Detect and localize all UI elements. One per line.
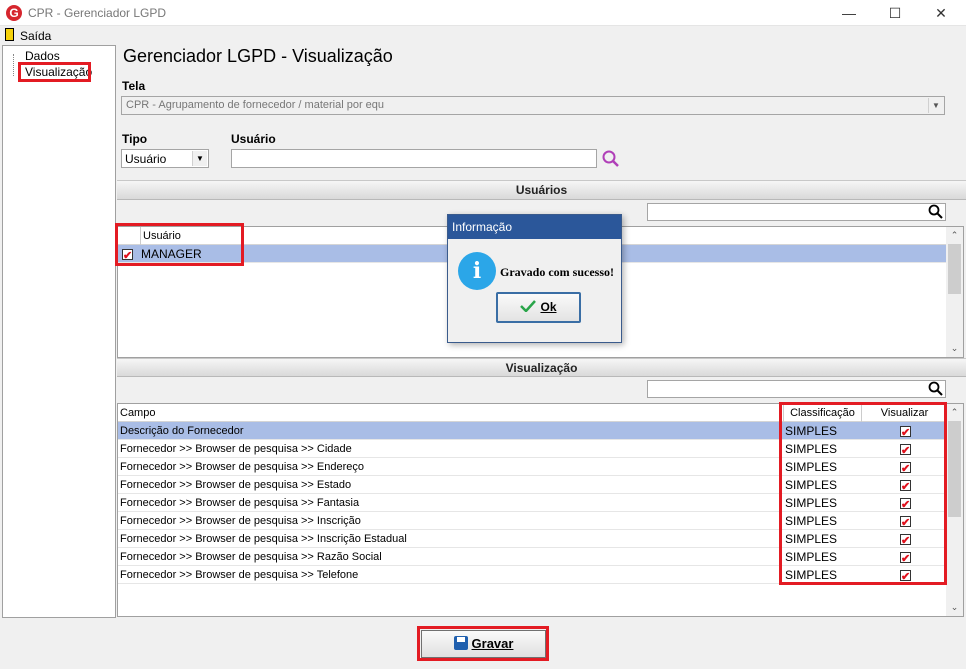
usuarios-section-header: Usuários: [117, 180, 966, 200]
campo-cell: Fornecedor >> Browser de pesquisa >> Raz…: [120, 551, 382, 563]
campo-cell: Fornecedor >> Browser de pesquisa >> Est…: [120, 479, 352, 491]
scroll-up-icon[interactable]: ⌃: [946, 227, 963, 244]
tipo-select[interactable]: Usuário ▼: [121, 149, 209, 168]
usuarios-filter-input[interactable]: [647, 203, 946, 221]
vertical-scrollbar[interactable]: ⌃ ⌄: [946, 404, 963, 616]
ok-button-label: Ok: [540, 300, 557, 314]
campo-cell: Fornecedor >> Browser de pesquisa >> Ins…: [120, 533, 407, 545]
campo-cell: Fornecedor >> Browser de pesquisa >> Fan…: [120, 497, 360, 509]
scroll-thumb[interactable]: [948, 421, 961, 517]
tipo-value: Usuário: [125, 152, 167, 166]
save-button-label: Gravar: [471, 636, 514, 651]
search-icon[interactable]: [601, 149, 621, 169]
usuario-input[interactable]: [231, 149, 597, 168]
column-header-campo[interactable]: Campo: [120, 404, 780, 422]
info-icon: i: [458, 252, 496, 290]
minimize-button[interactable]: —: [826, 0, 872, 26]
usuario-label: Usuário: [231, 132, 276, 146]
tipo-label: Tipo: [122, 132, 148, 146]
scroll-down-icon[interactable]: ⌄: [946, 599, 963, 616]
window-title: CPR - Gerenciador LGPD: [28, 6, 167, 20]
maximize-button[interactable]: ☐: [872, 0, 918, 26]
save-button[interactable]: Gravar: [421, 630, 546, 658]
ok-button[interactable]: Ok: [496, 292, 581, 323]
dialog-title: Informação: [448, 215, 621, 239]
campo-cell: Fornecedor >> Browser de pesquisa >> Ins…: [120, 515, 361, 527]
visualizacao-filter-input[interactable]: [647, 380, 946, 398]
checkmark-icon: [520, 300, 537, 313]
tela-label: Tela: [122, 79, 146, 93]
menu-bar: [0, 26, 966, 45]
dialog-message: Gravado com sucesso!: [500, 265, 614, 279]
search-icon[interactable]: [928, 204, 944, 220]
floppy-disk-icon: [453, 636, 468, 650]
page-title: Gerenciador LGPD - Visualização: [123, 46, 393, 66]
info-dialog: Informação i Gravado com sucesso! Ok: [447, 214, 622, 343]
app-logo-icon: G: [6, 5, 22, 21]
annotation-box-columns: [779, 402, 947, 585]
navigation-tree: Dados Visualização: [2, 45, 116, 618]
visualizacao-section-header: Visualização: [117, 358, 966, 377]
campo-cell: Fornecedor >> Browser de pesquisa >> End…: [120, 461, 364, 473]
annotation-box-usuarios: [115, 223, 244, 266]
annotation-box-tree: [18, 62, 91, 82]
chevron-down-icon: ▼: [192, 151, 207, 166]
tree-item-dados[interactable]: Dados: [25, 49, 60, 63]
tela-select[interactable]: CPR - Agrupamento de fornecedor / materi…: [121, 96, 945, 115]
door-exit-icon[interactable]: [5, 28, 14, 41]
scroll-thumb[interactable]: [948, 244, 961, 294]
vertical-scrollbar[interactable]: ⌃ ⌄: [946, 227, 963, 357]
chevron-down-icon: ▼: [928, 98, 943, 113]
tela-value: CPR - Agrupamento de fornecedor / materi…: [126, 99, 385, 111]
campo-cell: Fornecedor >> Browser de pesquisa >> Cid…: [120, 443, 352, 455]
search-icon[interactable]: [928, 381, 944, 397]
menu-exit[interactable]: Saída: [20, 29, 51, 43]
campo-cell: Descrição do Fornecedor: [120, 425, 244, 437]
scroll-up-icon[interactable]: ⌃: [946, 404, 963, 421]
campo-cell: Fornecedor >> Browser de pesquisa >> Tel…: [120, 569, 359, 581]
scroll-down-icon[interactable]: ⌄: [946, 340, 963, 357]
close-button[interactable]: ✕: [918, 0, 964, 26]
